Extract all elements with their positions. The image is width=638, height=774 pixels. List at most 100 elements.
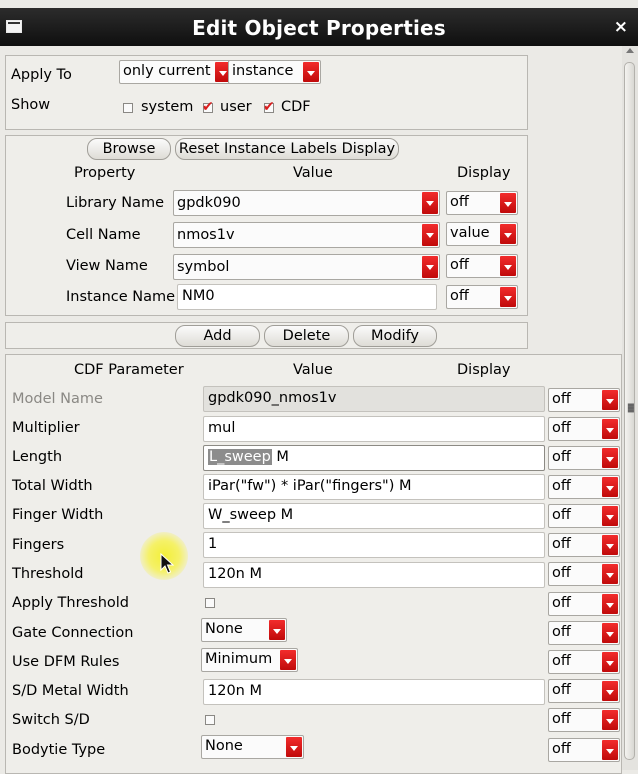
model-name-display-combo[interactable]: off (548, 388, 620, 412)
show-cdf-label: CDF (281, 99, 311, 115)
cell-name-combo[interactable]: nmos1v (173, 222, 440, 248)
cdf-value-header: Value (293, 362, 333, 378)
threshold-display-value: off (552, 565, 571, 581)
scroll-up-icon[interactable] (626, 48, 634, 53)
apply-scope-combo[interactable]: only current (119, 60, 233, 84)
finger-width-label: Finger Width (12, 507, 104, 523)
reset-instance-labels-button[interactable]: Reset Instance Labels Display (175, 138, 399, 160)
finger-width-display-combo[interactable]: off (548, 504, 620, 528)
chevron-down-icon (602, 594, 618, 614)
gate-connection-display-combo[interactable]: off (548, 621, 620, 645)
apply-scope-value: only current (123, 63, 211, 79)
finger-width-input[interactable]: W_sweep M (203, 503, 545, 529)
chevron-down-icon (500, 287, 516, 307)
multiplier-display-combo[interactable]: off (548, 417, 620, 441)
fingers-label: Fingers (12, 537, 65, 553)
model-name-value: gpdk090_nmos1v (208, 390, 337, 406)
multiplier-value: mul (208, 420, 236, 436)
cell-name-label: Cell Name (66, 227, 141, 243)
cdf-parameter-header: CDF Parameter (74, 362, 184, 378)
chevron-down-icon (500, 224, 516, 244)
view-name-label: View Name (66, 258, 148, 274)
gate-connection-display-value: off (552, 624, 571, 640)
finger-width-display-value: off (552, 507, 571, 523)
length-value: L_sweep M (208, 449, 289, 465)
bodytie-type-display-combo[interactable]: off (548, 738, 620, 762)
chevron-down-icon (602, 390, 618, 410)
multiplier-input[interactable]: mul (203, 416, 545, 442)
total-width-value: iPar("fw") * iPar("fingers") M (208, 478, 412, 494)
title-bar: Edit Object Properties × (0, 8, 638, 46)
use-dfm-rules-display-combo[interactable]: off (548, 650, 620, 674)
chevron-down-icon (269, 620, 285, 640)
close-icon[interactable]: × (614, 17, 628, 37)
modify-button[interactable]: Modify (353, 325, 437, 347)
chevron-down-icon (602, 477, 618, 497)
use-dfm-rules-label: Use DFM Rules (12, 654, 120, 670)
view-name-display-combo[interactable]: off (446, 254, 518, 278)
view-name-value: symbol (177, 259, 230, 275)
total-width-label: Total Width (12, 478, 93, 494)
switch-sd-display-combo[interactable]: off (548, 708, 620, 732)
total-width-display-combo[interactable]: off (548, 475, 620, 499)
gate-connection-combo[interactable]: None (201, 618, 287, 642)
finger-width-value: W_sweep M (208, 507, 294, 523)
instance-name-display-value: off (450, 288, 469, 304)
delete-button[interactable]: Delete (264, 325, 349, 347)
value-header: Value (293, 165, 333, 181)
property-header: Property (74, 165, 136, 181)
sd-metal-width-value: 120n M (208, 683, 262, 699)
total-width-input[interactable]: iPar("fw") * iPar("fingers") M (203, 474, 545, 500)
instance-name-label: Instance Name (66, 289, 176, 305)
bodytie-type-value: None (205, 738, 243, 754)
fingers-input[interactable]: 1 (203, 532, 545, 558)
length-input[interactable]: L_sweep M (203, 445, 545, 471)
threshold-display-combo[interactable]: off (548, 562, 620, 586)
chevron-down-icon (280, 650, 296, 670)
chevron-down-icon (602, 740, 618, 760)
multiplier-label: Multiplier (12, 420, 80, 436)
bodytie-type-label: Bodytie Type (12, 742, 106, 758)
add-button[interactable]: Add (175, 325, 260, 347)
check-icon: ✔ (263, 99, 275, 115)
cell-name-display-combo[interactable]: value (446, 222, 518, 246)
threshold-input[interactable]: 120n M (203, 562, 545, 588)
library-name-combo[interactable]: gpdk090 (173, 190, 440, 216)
apply-to-label: Apply To (11, 67, 72, 83)
apply-target-combo[interactable]: instance (228, 60, 321, 84)
gate-connection-label: Gate Connection (12, 625, 134, 641)
fingers-display-combo[interactable]: off (548, 533, 620, 557)
show-system-checkbox[interactable] (123, 103, 133, 113)
use-dfm-rules-value: Minimum (205, 651, 273, 667)
display-header: Display (457, 165, 511, 181)
apply-threshold-display-combo[interactable]: off (548, 592, 620, 616)
use-dfm-rules-combo[interactable]: Minimum (201, 648, 298, 672)
chevron-down-icon (602, 652, 618, 672)
switch-sd-label: Switch S/D (12, 712, 90, 728)
library-name-value: gpdk090 (177, 195, 241, 211)
sd-metal-width-input[interactable]: 120n M (203, 679, 545, 705)
instance-name-display-combo[interactable]: off (446, 285, 518, 309)
browse-button[interactable]: Browse (87, 138, 171, 160)
threshold-value: 120n M (208, 566, 262, 582)
library-name-display-combo[interactable]: off (446, 191, 518, 215)
library-name-display-value: off (450, 194, 469, 210)
length-display-combo[interactable]: off (548, 446, 620, 470)
switch-sd-display-value: off (552, 711, 571, 727)
sd-metal-width-display-value: off (552, 682, 571, 698)
show-label: Show (11, 97, 51, 113)
sd-metal-width-display-combo[interactable]: off (548, 679, 620, 703)
chevron-down-icon (286, 737, 302, 757)
chevron-down-icon (602, 535, 618, 555)
switch-sd-checkbox[interactable] (205, 715, 215, 725)
view-name-combo[interactable]: symbol (173, 254, 440, 280)
check-icon: ✔ (202, 99, 214, 115)
chevron-down-icon (602, 419, 618, 439)
bodytie-type-combo[interactable]: None (201, 735, 304, 759)
cell-name-display-value: value (450, 225, 490, 241)
chevron-down-icon (500, 256, 516, 276)
instance-name-value: NM0 (182, 288, 215, 304)
length-display-value: off (552, 449, 571, 465)
instance-name-input[interactable]: NM0 (177, 284, 437, 310)
apply-threshold-checkbox[interactable] (205, 598, 215, 608)
